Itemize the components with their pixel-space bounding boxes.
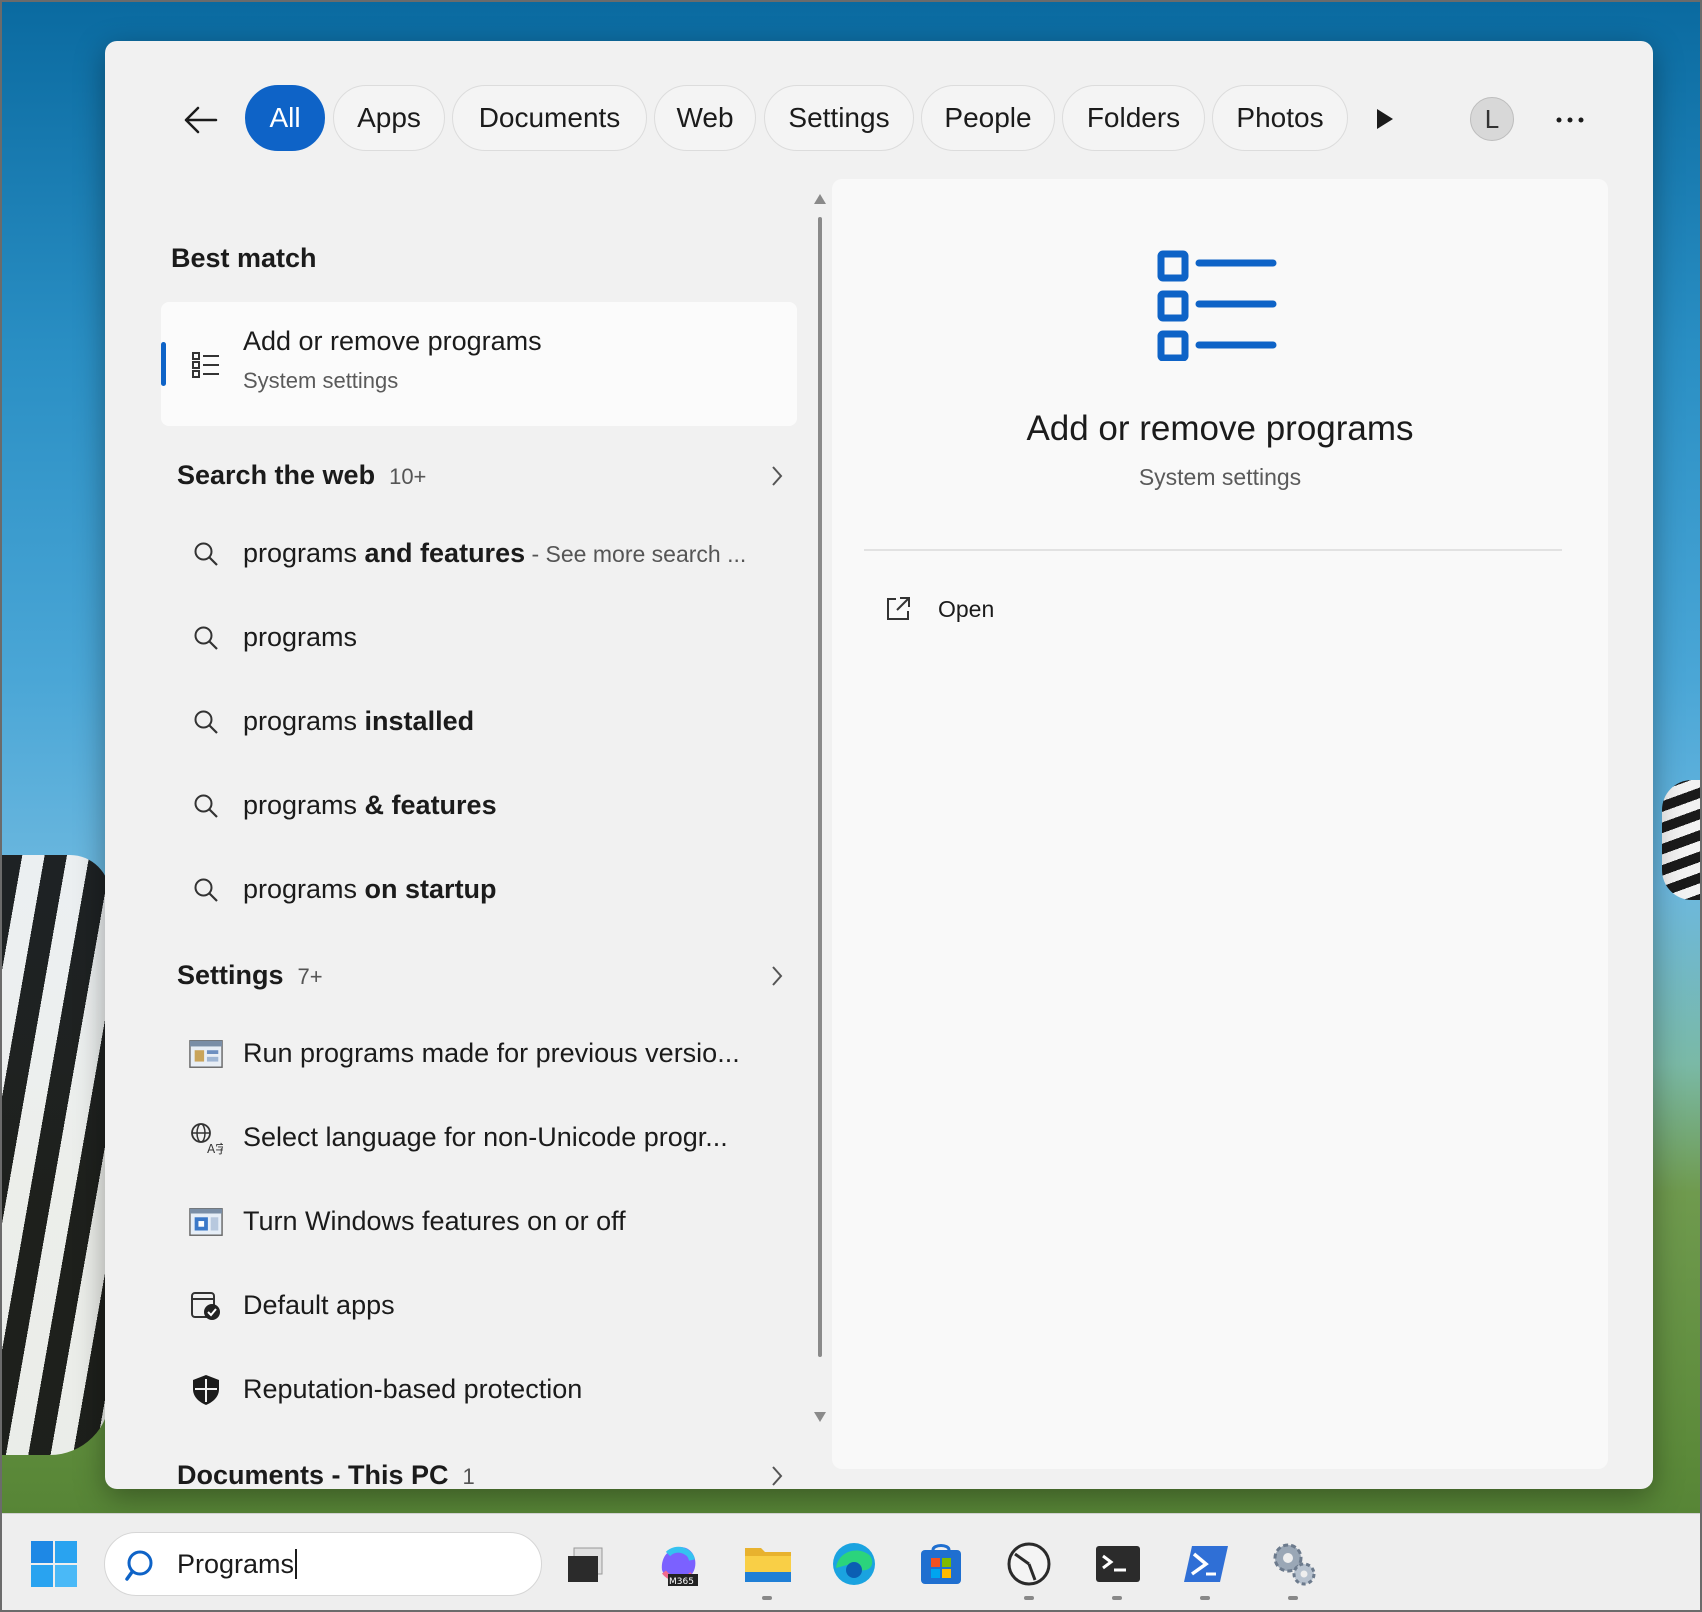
web-result-item[interactable]: programs on startup bbox=[161, 855, 797, 925]
preview-title: Add or remove programs bbox=[1026, 409, 1414, 448]
settings-result-text: Select language for non-Unicode progr... bbox=[243, 1122, 728, 1152]
text-cursor bbox=[295, 1549, 297, 1579]
taskbar-search-input[interactable]: Programs bbox=[177, 1549, 294, 1580]
running-indicator bbox=[1112, 1596, 1122, 1600]
language-icon: A字 bbox=[189, 1121, 223, 1155]
documents-heading[interactable]: Documents - This PC 1 bbox=[177, 1460, 475, 1491]
tab-photos[interactable]: Photos bbox=[1212, 85, 1348, 151]
settings-result-text: Run programs made for previous versio... bbox=[243, 1038, 740, 1068]
open-external-icon bbox=[887, 597, 910, 620]
web-result-text: programs & features bbox=[243, 790, 497, 820]
web-result-text: programs on startup bbox=[243, 874, 497, 904]
best-match-heading: Best match bbox=[171, 243, 317, 273]
web-result-text: programs and features - See more search … bbox=[243, 538, 747, 568]
documents-chevron-icon[interactable] bbox=[765, 1462, 789, 1490]
tab-people[interactable]: People bbox=[921, 85, 1055, 151]
store-icon[interactable] bbox=[915, 1538, 967, 1590]
edge-icon[interactable] bbox=[828, 1538, 880, 1590]
taskbar: Programs M365 bbox=[0, 1513, 1702, 1612]
scroll-thumb[interactable] bbox=[818, 217, 822, 1357]
m365-copilot-icon[interactable]: M365 bbox=[652, 1538, 704, 1590]
back-button[interactable] bbox=[175, 95, 225, 145]
open-label: Open bbox=[938, 595, 995, 622]
tab-settings[interactable]: Settings bbox=[764, 85, 914, 151]
search-icon bbox=[125, 1550, 153, 1581]
windows-features-icon bbox=[189, 1205, 223, 1239]
search-icon bbox=[189, 621, 223, 655]
web-result-item[interactable]: programs & features bbox=[161, 771, 797, 841]
shield-icon bbox=[189, 1373, 223, 1407]
open-action[interactable]: Open bbox=[884, 589, 994, 629]
terminal-icon[interactable] bbox=[1092, 1538, 1144, 1590]
user-avatar[interactable]: L bbox=[1470, 97, 1514, 141]
web-result-item[interactable]: programs installed bbox=[161, 687, 797, 757]
settings-result-text: Default apps bbox=[243, 1290, 395, 1320]
web-result-text: programs installed bbox=[243, 706, 475, 736]
back-arrow-icon bbox=[184, 106, 218, 134]
settings-heading[interactable]: Settings 7+ bbox=[177, 960, 323, 991]
file-explorer-icon[interactable] bbox=[742, 1538, 794, 1590]
web-result-text: programs bbox=[243, 622, 358, 652]
tab-all[interactable]: All bbox=[245, 85, 325, 151]
web-result-item[interactable]: programs and features - See more search … bbox=[161, 519, 797, 589]
running-indicator bbox=[762, 1596, 772, 1600]
filter-bar: All Apps Documents Web Settings People F… bbox=[105, 85, 1653, 155]
more-options-button[interactable] bbox=[1545, 95, 1595, 145]
search-icon bbox=[189, 873, 223, 907]
search-icon bbox=[189, 789, 223, 823]
settings-result-item[interactable]: Reputation-based protection bbox=[161, 1355, 797, 1425]
taskbar-search-box[interactable]: Programs bbox=[104, 1532, 542, 1596]
scroll-up-icon[interactable] bbox=[812, 191, 828, 207]
selection-indicator bbox=[161, 342, 166, 386]
wallpaper-zebra bbox=[0, 855, 110, 1455]
windows-start-icon[interactable] bbox=[30, 1540, 78, 1588]
tab-apps[interactable]: Apps bbox=[333, 85, 445, 151]
preview-pane: Add or remove programs System settings O… bbox=[832, 179, 1608, 1469]
play-icon bbox=[1377, 109, 1393, 129]
search-icon bbox=[189, 705, 223, 739]
tab-folders[interactable]: Folders bbox=[1062, 85, 1205, 151]
ellipsis-icon bbox=[1556, 117, 1584, 123]
best-match-subtitle: System settings bbox=[243, 368, 399, 393]
search-web-chevron-icon[interactable] bbox=[765, 462, 789, 490]
settings-gear-icon[interactable] bbox=[1268, 1538, 1320, 1590]
svg-text:M365: M365 bbox=[669, 1577, 694, 1587]
settings-result-item[interactable]: A字 Select language for non-Unicode progr… bbox=[161, 1103, 797, 1173]
search-icon bbox=[189, 537, 223, 571]
results-scrollbar[interactable] bbox=[810, 181, 830, 1451]
settings-result-item[interactable]: Default apps bbox=[161, 1271, 797, 1341]
settings-result-text: Reputation-based protection bbox=[243, 1374, 583, 1404]
settings-result-text: Turn Windows features on or off bbox=[243, 1206, 626, 1236]
results-list: Best match Add or remove programs System… bbox=[105, 181, 826, 1490]
wallpaper-zebra-right bbox=[1662, 780, 1702, 900]
tab-documents[interactable]: Documents bbox=[452, 85, 647, 151]
search-panel: All Apps Documents Web Settings People F… bbox=[105, 41, 1653, 1490]
running-indicator bbox=[1200, 1596, 1210, 1600]
compatibility-icon bbox=[189, 1037, 223, 1071]
settings-result-item[interactable]: Turn Windows features on or off bbox=[161, 1187, 797, 1257]
preview-divider bbox=[864, 549, 1562, 551]
best-match-item[interactable]: Add or remove programs System settings bbox=[161, 302, 797, 426]
scroll-down-icon[interactable] bbox=[812, 1409, 828, 1425]
settings-chevron-icon[interactable] bbox=[765, 962, 789, 990]
svg-text:A字: A字 bbox=[207, 1141, 223, 1155]
list-settings-icon bbox=[192, 352, 219, 378]
running-indicator bbox=[1288, 1596, 1298, 1600]
tab-web[interactable]: Web bbox=[654, 85, 756, 151]
default-apps-icon bbox=[189, 1289, 223, 1323]
clock-app-icon[interactable] bbox=[1003, 1538, 1055, 1590]
running-indicator bbox=[1024, 1596, 1034, 1600]
settings-result-item[interactable]: Run programs made for previous versio... bbox=[161, 1019, 797, 1089]
web-result-item[interactable]: programs bbox=[161, 603, 797, 673]
search-web-heading[interactable]: Search the web 10+ bbox=[177, 460, 426, 491]
powershell-icon[interactable] bbox=[1180, 1538, 1232, 1590]
list-settings-icon bbox=[1157, 250, 1277, 361]
more-tabs-button[interactable] bbox=[1367, 99, 1403, 139]
preview-subtitle: System settings bbox=[1138, 464, 1302, 490]
best-match-title: Add or remove programs bbox=[243, 326, 542, 356]
task-view-icon[interactable] bbox=[560, 1538, 612, 1590]
